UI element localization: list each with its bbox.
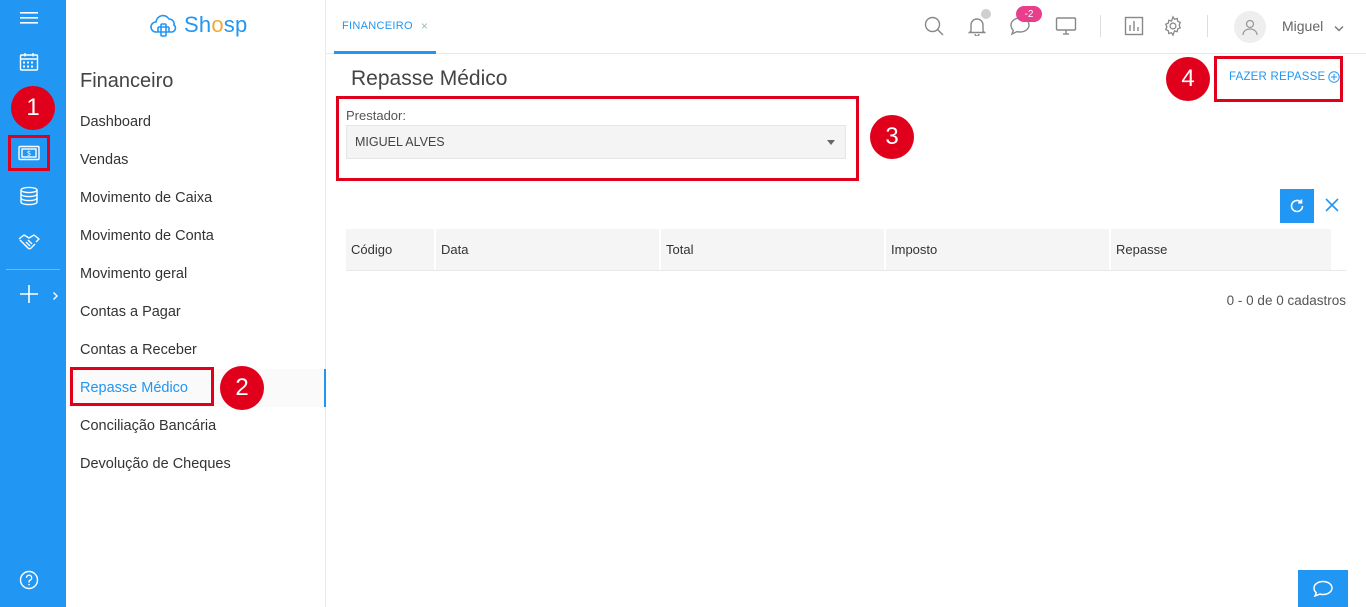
app-window: $ Shosp Financeiro Dashboard Vendas Movi… (0, 0, 1366, 607)
annotation-box-2 (70, 367, 214, 406)
chat-bubble-icon (1313, 580, 1333, 597)
report-chart-icon[interactable] (1122, 14, 1146, 38)
top-bar: FINANCEIRO × (326, 0, 1366, 54)
annotation-badge-2: 2 (220, 366, 264, 410)
tab-close-icon[interactable]: × (421, 19, 428, 33)
annotation-box-1 (8, 135, 50, 171)
search-icon[interactable] (922, 14, 946, 38)
rail-divider (6, 269, 60, 270)
annotation-badge-3: 3 (870, 115, 914, 159)
sidebar-item-movimento-caixa[interactable]: Movimento de Caixa (66, 179, 325, 217)
close-icon (1325, 198, 1339, 212)
shosp-logo[interactable]: Shosp (150, 12, 247, 38)
page-title: Repasse Médico (351, 67, 508, 90)
annotation-box-3 (336, 96, 859, 181)
sidebar: Shosp Financeiro Dashboard Vendas Movime… (66, 0, 326, 607)
plus-icon[interactable] (0, 276, 58, 312)
annotation-badge-4: 4 (1166, 57, 1210, 101)
sidebar-active-indicator (324, 369, 326, 407)
tab-financeiro[interactable]: FINANCEIRO × (334, 0, 437, 54)
clear-filter-button[interactable] (1320, 193, 1344, 217)
sidebar-item-devolucao-cheques[interactable]: Devolução de Cheques (66, 445, 325, 483)
header-divider (1100, 15, 1101, 37)
pagination-info: 0 - 0 de 0 cadastros (1226, 293, 1346, 308)
support-chat-button[interactable] (1298, 570, 1348, 607)
chat-badge: -2 (1016, 6, 1042, 22)
hamburger-menu-icon[interactable] (0, 0, 58, 36)
column-header-imposto[interactable]: Imposto (886, 229, 1111, 270)
column-header-codigo[interactable]: Código (346, 229, 436, 270)
tab-label: FINANCEIRO (342, 19, 413, 32)
sidebar-title: Financeiro (80, 70, 174, 92)
annotation-box-4 (1214, 56, 1343, 102)
sidebar-item-movimento-conta[interactable]: Movimento de Conta (66, 217, 325, 255)
header-divider-2 (1207, 15, 1208, 37)
username[interactable]: Miguel (1282, 18, 1323, 34)
sidebar-item-conciliacao-bancaria[interactable]: Conciliação Bancária (66, 407, 325, 445)
sidebar-item-dashboard[interactable]: Dashboard (66, 103, 325, 141)
help-icon[interactable] (0, 562, 58, 598)
handshake-icon[interactable] (0, 224, 58, 260)
calendar-icon[interactable] (0, 44, 58, 80)
refresh-icon (1290, 199, 1304, 213)
monitor-icon[interactable] (1054, 14, 1078, 38)
sidebar-item-contas-receber[interactable]: Contas a Receber (66, 331, 325, 369)
annotation-badge-1: 1 (11, 86, 55, 130)
sidebar-item-contas-pagar[interactable]: Contas a Pagar (66, 293, 325, 331)
column-header-repasse[interactable]: Repasse (1111, 229, 1333, 270)
chevron-down-icon[interactable] (1334, 19, 1344, 37)
cloud-cross-icon (150, 14, 177, 37)
chevron-right-icon[interactable] (52, 288, 59, 306)
sidebar-item-vendas[interactable]: Vendas (66, 141, 325, 179)
database-icon[interactable] (0, 178, 58, 214)
refresh-button[interactable] (1280, 189, 1314, 223)
settings-gear-icon[interactable] (1161, 14, 1185, 38)
table-header: Código Data Total Imposto Repasse (346, 229, 1346, 271)
column-header-data[interactable]: Data (436, 229, 661, 270)
column-header-total[interactable]: Total (661, 229, 886, 270)
sidebar-item-movimento-geral[interactable]: Movimento geral (66, 255, 325, 293)
notification-dot (981, 9, 991, 19)
avatar[interactable] (1234, 11, 1266, 43)
